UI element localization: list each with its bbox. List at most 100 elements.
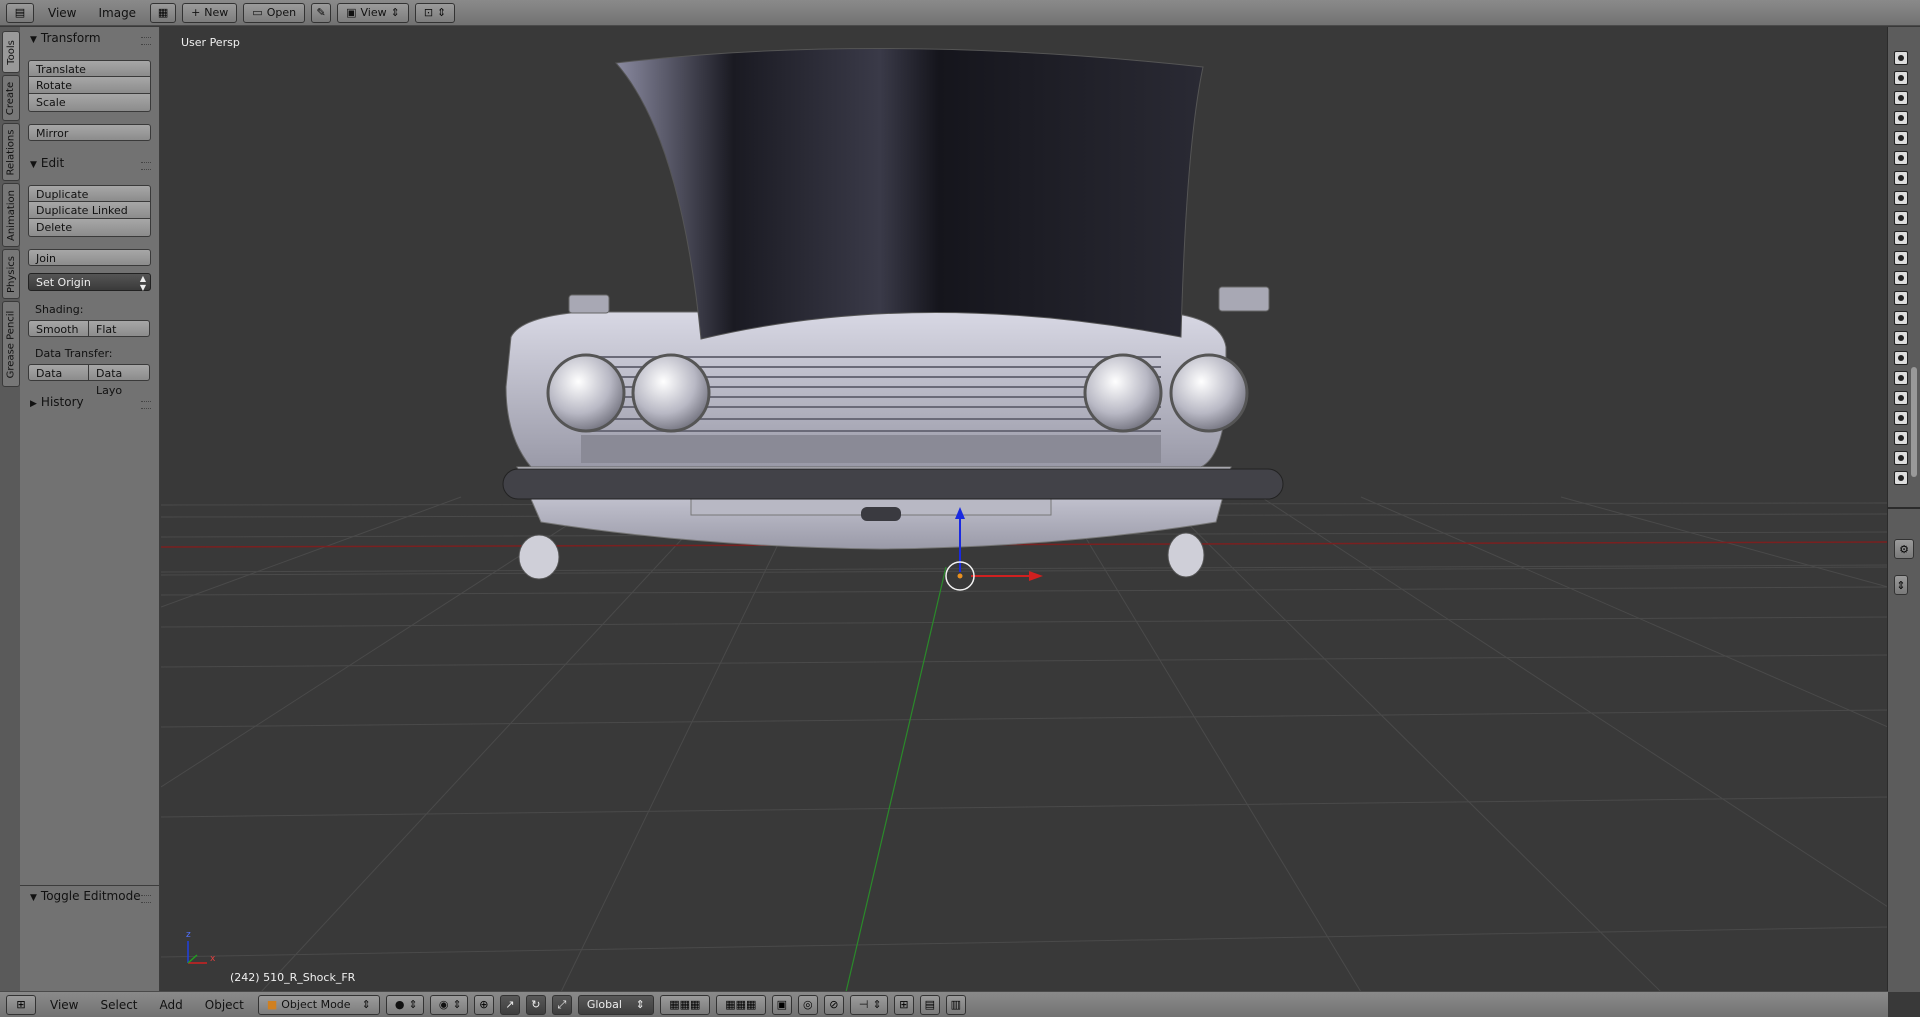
render-opengl-icon[interactable]: ▤ <box>919 994 940 1015</box>
visibility-icon[interactable] <box>1894 411 1908 425</box>
pin-icon[interactable]: ✎ <box>311 2 332 23</box>
set-origin-dropdown[interactable]: Set Origin ▲ ▼ <box>28 273 151 292</box>
tab-physics[interactable]: Physics <box>2 249 20 299</box>
snap-target-icon[interactable]: ⊞ <box>893 994 914 1015</box>
menu-select[interactable]: Select <box>92 996 145 1014</box>
visibility-icon[interactable] <box>1894 331 1908 345</box>
cube-icon: ■ <box>266 997 278 1011</box>
duplicate-button[interactable]: Duplicate <box>28 185 151 202</box>
visibility-icon[interactable] <box>1894 131 1908 145</box>
visibility-icon[interactable] <box>1894 211 1908 225</box>
y-axis-line <box>845 566 947 992</box>
pivot-icon: ◉ <box>438 997 449 1011</box>
dropdown-arrows-icon: ▲ ▼ <box>139 274 146 292</box>
image-browse-icon[interactable]: ▦ <box>150 2 177 23</box>
view-mode-dropdown[interactable]: ▣ View ⇕ <box>337 2 409 23</box>
edit-panel-header[interactable]: ▼ Edit <box>30 156 64 170</box>
floor-grid <box>161 496 1888 992</box>
viewport-scene <box>161 47 1888 992</box>
visibility-icon[interactable] <box>1894 251 1908 265</box>
visibility-icon[interactable] <box>1894 151 1908 165</box>
flat-shading-button[interactable]: Flat <box>89 320 150 337</box>
panel-grip-icon[interactable] <box>141 895 151 903</box>
outliner-scrollbar[interactable] <box>1911 367 1917 477</box>
smooth-shading-button[interactable]: Smooth <box>28 320 89 337</box>
panel-grip-icon[interactable] <box>141 401 151 409</box>
proportional-edit-icon[interactable]: ◎ <box>797 994 818 1015</box>
visibility-icon[interactable] <box>1894 471 1908 485</box>
visibility-icon[interactable] <box>1894 171 1908 185</box>
open-image-button[interactable]: ▭ Open <box>243 2 306 23</box>
tab-create[interactable]: Create <box>2 75 20 121</box>
transform-panel-header[interactable]: ▼ Transform <box>30 31 101 45</box>
translate-manipulator-icon[interactable]: ↗ <box>499 994 520 1015</box>
view-mode-label: View <box>360 5 387 19</box>
delete-button[interactable]: Delete <box>28 219 151 237</box>
menu-image[interactable]: Image <box>90 4 144 22</box>
scale-button[interactable]: Scale <box>28 94 151 112</box>
viewport-header-bar: ⊞ View Select Add Object ■ Object Mode ⇕… <box>0 991 1888 1017</box>
tab-animation[interactable]: Animation <box>2 183 20 247</box>
visibility-icon[interactable] <box>1894 391 1908 405</box>
lock-layers-icon[interactable]: ▣ <box>771 994 792 1015</box>
dropdown-arrows-icon: ⇕ <box>635 997 645 1011</box>
visibility-icon[interactable] <box>1894 291 1908 305</box>
join-button[interactable]: Join <box>28 249 151 266</box>
panel-grip-icon[interactable] <box>141 37 151 45</box>
visibility-icon[interactable] <box>1894 191 1908 205</box>
menu-view[interactable]: View <box>42 996 86 1014</box>
menu-add[interactable]: Add <box>152 996 191 1014</box>
panel-grip-icon[interactable] <box>141 162 151 170</box>
visibility-icon[interactable] <box>1894 451 1908 465</box>
menu-object[interactable]: Object <box>197 996 252 1014</box>
layers-grid-2[interactable]: ▦▦▦ <box>715 994 766 1015</box>
mirror-button[interactable]: Mirror <box>28 124 151 141</box>
editor-type-icon[interactable]: ▤ <box>6 2 34 23</box>
pivot-point-dropdown[interactable]: ◉ ⇕ <box>429 994 468 1015</box>
visibility-icon[interactable] <box>1894 231 1908 245</box>
visibility-icon[interactable] <box>1894 91 1908 105</box>
visibility-icon[interactable] <box>1894 271 1908 285</box>
visibility-icon[interactable] <box>1894 371 1908 385</box>
translate-button[interactable]: Translate <box>28 60 151 77</box>
interaction-mode-dropdown[interactable]: ■ Object Mode ⇕ <box>257 994 380 1015</box>
3d-viewport[interactable]: User Persp z x (242) 510_R_Shock_FR <box>161 27 1888 992</box>
transform-orientation-dropdown[interactable]: Global ⇕ <box>577 994 654 1015</box>
top-header-bar: ▤ View Image ▦ + New ▭ Open ✎ ▣ View ⇕ ⊡… <box>0 0 1920 26</box>
scale-manipulator-icon[interactable]: ⤢ <box>551 994 572 1015</box>
menu-view[interactable]: View <box>40 4 84 22</box>
panel-divider <box>20 885 159 886</box>
duplicate-linked-button[interactable]: Duplicate Linked <box>28 202 151 219</box>
visibility-icon[interactable] <box>1894 431 1908 445</box>
operator-panel-header[interactable]: ▼ Toggle Editmode <box>30 889 141 903</box>
orientation-label: Global <box>586 997 622 1011</box>
data-layout-button[interactable]: Data Layo <box>89 364 150 397</box>
axis-widget <box>187 941 207 964</box>
snap-element-dropdown[interactable]: ⊣ ⇕ <box>849 994 888 1015</box>
data-transfer-button[interactable]: Data <box>28 364 89 381</box>
editor-type-icon[interactable]: ⊞ <box>6 994 36 1015</box>
visibility-icon[interactable] <box>1894 51 1908 65</box>
visibility-icon[interactable] <box>1894 351 1908 365</box>
set-origin-label: Set Origin <box>36 276 91 289</box>
visibility-icon[interactable] <box>1894 71 1908 85</box>
dropdown-arrows-icon[interactable]: ⇕ <box>1894 575 1908 595</box>
manipulator-toggle-icon[interactable]: ⊕ <box>473 994 494 1015</box>
rotate-button[interactable]: Rotate <box>28 77 151 94</box>
viewport-shading-dropdown[interactable]: ● ⇕ <box>385 994 424 1015</box>
properties-editor-icon[interactable]: ⚙ <box>1894 539 1914 559</box>
tab-tools[interactable]: Tools <box>2 31 20 73</box>
visibility-icon[interactable] <box>1894 111 1908 125</box>
history-panel-header[interactable]: ▶ History <box>30 395 84 409</box>
layers-grid-1[interactable]: ▦▦▦ <box>659 994 710 1015</box>
tab-grease-pencil[interactable]: Grease Pencil <box>2 301 20 387</box>
pivot-dropdown[interactable]: ⊡ ⇕ <box>414 2 456 23</box>
render-animation-icon[interactable]: ▥ <box>945 994 966 1015</box>
dropdown-arrows-icon: ⇕ <box>390 5 400 19</box>
tab-relations[interactable]: Relations <box>2 123 20 181</box>
visibility-icon[interactable] <box>1894 311 1908 325</box>
open-label: Open <box>266 5 297 19</box>
rotate-manipulator-icon[interactable]: ↻ <box>525 994 546 1015</box>
snap-toggle-icon[interactable]: ⊘ <box>823 994 844 1015</box>
new-image-button[interactable]: + New <box>182 2 238 23</box>
